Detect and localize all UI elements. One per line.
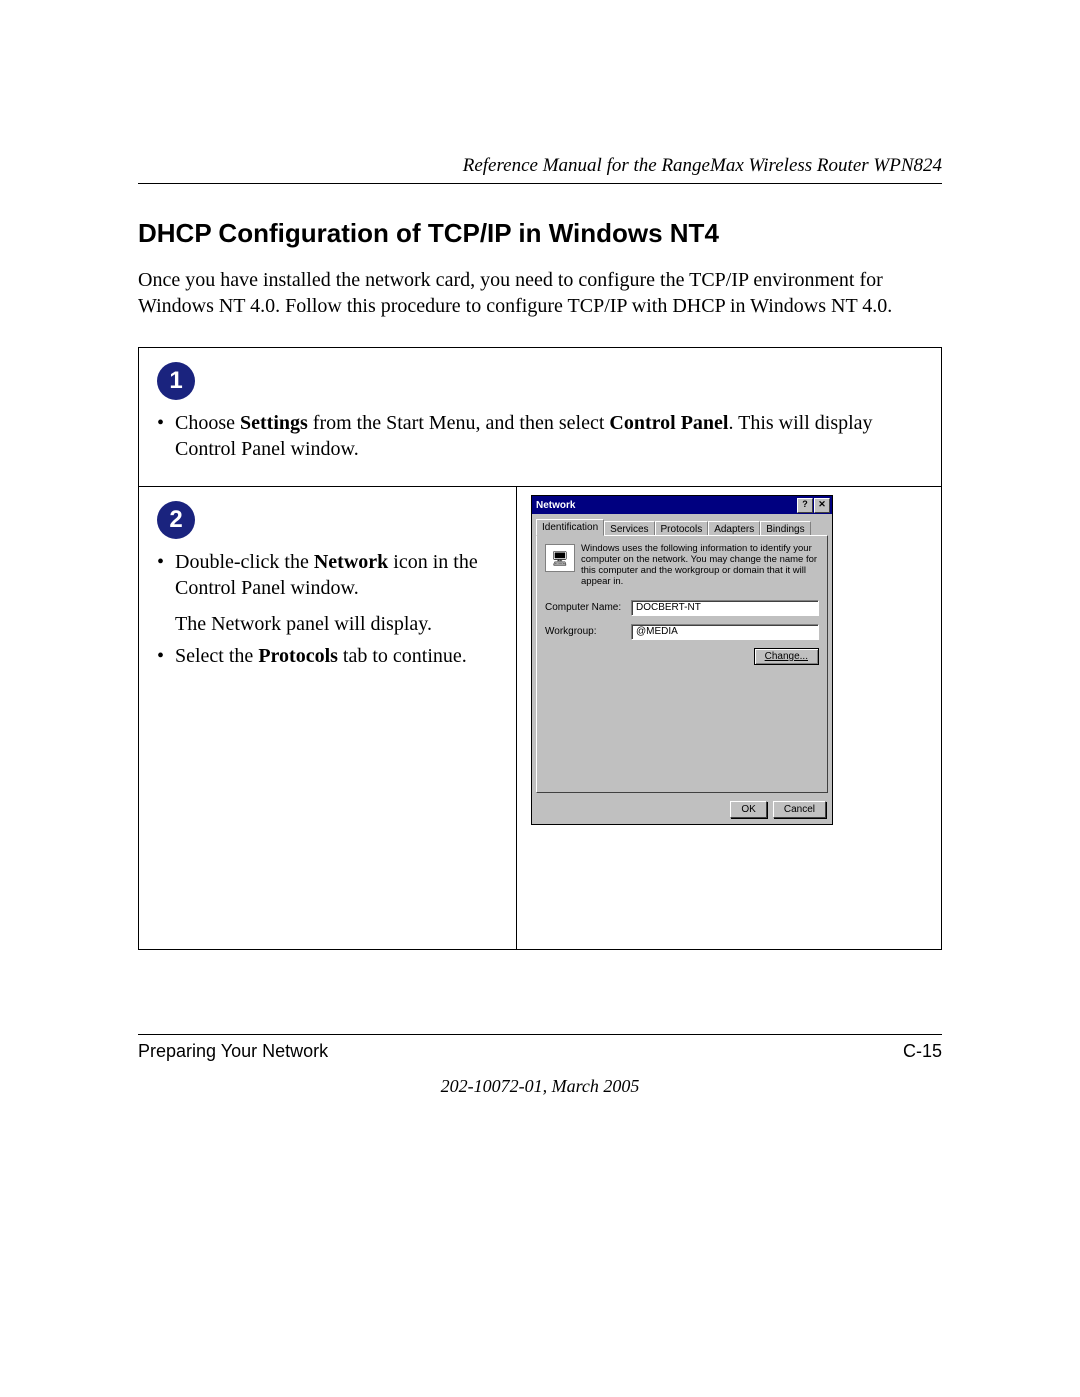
panel-description: Windows uses the following information t… (581, 544, 819, 588)
network-dialog: Network ? ✕ Identification Services Prot… (531, 495, 833, 825)
step1-bold-control-panel: Control Panel (609, 412, 728, 434)
tab-identification[interactable]: Identification (536, 519, 604, 536)
step-2-text-cell: 2 • Double-click the Network icon in the… (139, 487, 517, 950)
tab-bindings[interactable]: Bindings (760, 521, 810, 536)
computer-name-field[interactable]: DOCBERT-NT (631, 600, 819, 616)
step-1-cell: 1 • Choose Settings from the Start Menu,… (139, 348, 942, 487)
step1-text-b: from the Start Menu, and then select (308, 412, 610, 434)
step2-after1: The Network panel will display. (175, 611, 502, 637)
footer-right-page: C-15 (903, 1041, 942, 1062)
page-footer: Preparing Your Network C-15 202-10072-01… (138, 1034, 942, 1097)
step-1-badge: 1 (157, 362, 195, 400)
computer-name-label: Computer Name: (545, 602, 631, 613)
step2-b2-pre: Select the (175, 645, 258, 667)
step-2-bullet-2: • Select the Protocols tab to continue. (157, 643, 502, 669)
footer-docnum: 202-10072-01, March 2005 (138, 1076, 942, 1097)
step2-b2-post: tab to continue. (338, 645, 467, 667)
tab-protocols[interactable]: Protocols (655, 521, 709, 536)
help-button[interactable]: ? (797, 498, 813, 513)
step-1-bullet: • Choose Settings from the Start Menu, a… (157, 410, 923, 462)
step2-b1-bold: Network (314, 551, 388, 573)
step2-b1-pre: Double-click the (175, 551, 314, 573)
step-2-screenshot-cell: Network ? ✕ Identification Services Prot… (517, 487, 942, 950)
identification-panel: 🖥 Windows uses the following information… (536, 535, 828, 793)
bullet-dot-icon: • (157, 549, 175, 601)
step2-b2-bold: Protocols (258, 645, 338, 667)
step-2-bullet-1: • Double-click the Network icon in the C… (157, 549, 502, 601)
dialog-title: Network (536, 500, 575, 511)
computer-icon: 🖥 (545, 544, 575, 572)
close-button[interactable]: ✕ (814, 498, 830, 513)
cancel-button[interactable]: Cancel (773, 801, 826, 818)
steps-table: 1 • Choose Settings from the Start Menu,… (138, 347, 942, 950)
bullet-dot-icon: • (157, 410, 175, 462)
change-button-label: Change... (765, 651, 808, 662)
change-button[interactable]: Change... (754, 648, 819, 665)
workgroup-field[interactable]: @MEDIA (631, 624, 819, 640)
ok-button[interactable]: OK (730, 801, 766, 818)
running-header: Reference Manual for the RangeMax Wirele… (138, 155, 942, 184)
tab-adapters[interactable]: Adapters (708, 521, 760, 536)
workgroup-label: Workgroup: (545, 626, 631, 637)
footer-left: Preparing Your Network (138, 1041, 328, 1062)
dialog-title-bar: Network ? ✕ (532, 496, 832, 514)
step1-text-a: Choose (175, 412, 240, 434)
dialog-tabs: Identification Services Protocols Adapte… (532, 514, 832, 535)
tab-services[interactable]: Services (604, 521, 654, 536)
bullet-dot-icon: • (157, 643, 175, 669)
section-title: DHCP Configuration of TCP/IP in Windows … (138, 218, 942, 249)
step-2-badge: 2 (157, 501, 195, 539)
intro-paragraph: Once you have installed the network card… (138, 267, 942, 319)
step1-bold-settings: Settings (240, 412, 308, 434)
